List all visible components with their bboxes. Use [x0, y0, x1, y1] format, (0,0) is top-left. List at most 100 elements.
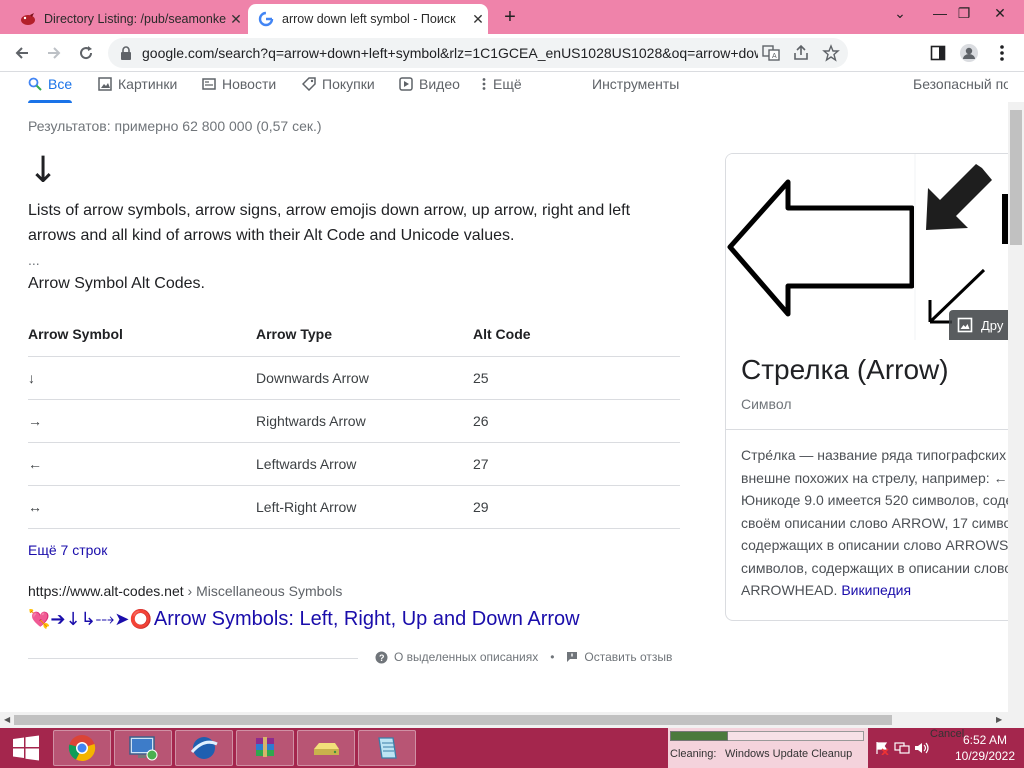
more-images-button[interactable]: Дру [949, 310, 1008, 340]
kp-desc-last: ARROWHEAD. [741, 582, 842, 598]
new-tab-icon[interactable]: + [498, 5, 522, 29]
kebab-menu-icon[interactable] [990, 41, 1014, 65]
wikipedia-link[interactable]: Википедия [841, 582, 911, 598]
close-window-icon[interactable]: ✕ [980, 0, 1020, 30]
column-header: Arrow Symbol [28, 312, 256, 357]
start-button[interactable] [2, 730, 50, 766]
seamonkey-icon [20, 11, 36, 27]
notepad-icon [378, 737, 397, 759]
more-rows-link[interactable]: Ещё 7 строк [28, 542, 107, 558]
page-content: Все Картинки Новости Покупки Видео Ещё И… [0, 72, 1008, 712]
taskbar-chrome[interactable] [53, 730, 111, 766]
bookmark-star-icon[interactable] [818, 40, 844, 66]
vertical-scroll-thumb[interactable] [1010, 110, 1022, 245]
result-title-link[interactable]: 💘➔↓↳⤏➤⭕ Arrow Symbols: Left, Right, Up a… [28, 608, 580, 631]
featured-snippet: Lists of arrow symbols, arrow signs, arr… [28, 202, 631, 244]
taskbar-notepad[interactable] [358, 730, 416, 766]
snippet-ellipsis: ... [28, 252, 40, 268]
svg-text:?: ? [379, 653, 385, 663]
network-icon[interactable] [892, 740, 912, 756]
tab-more[interactable]: Ещё [481, 74, 522, 94]
alt-code-cell: 29 [473, 485, 680, 529]
table-row: ↓ Downwards Arrow 25 [28, 356, 680, 400]
tab-news[interactable]: Новости [202, 74, 276, 94]
search-icon [28, 77, 42, 91]
taskbar-seamonkey[interactable] [175, 730, 233, 766]
arrow-type-cell: Rightwards Arrow [256, 399, 473, 443]
more-images-label: Дру [981, 317, 1004, 333]
divider [726, 429, 1008, 430]
back-icon[interactable] [10, 41, 34, 65]
search-tabs: Все Картинки Новости Покупки Видео Ещё И… [28, 72, 1008, 104]
about-snippets-link[interactable]: О выделенных описаниях [394, 650, 538, 664]
tab-title: Directory Listing: /pub/seamonke [44, 12, 226, 26]
result-cite[interactable]: https://www.alt-codes.net › Miscellaneou… [28, 583, 342, 599]
restore-icon[interactable]: ❐ [944, 0, 984, 30]
tab-title: arrow down left symbol - Поиск [282, 12, 456, 26]
tab-google-search[interactable]: arrow down left symbol - Поиск ✕ [248, 4, 488, 34]
table-row: ← Leftwards Arrow 27 [28, 442, 680, 486]
chevron-down-icon[interactable]: ⌄ [880, 0, 920, 30]
system-clock[interactable]: 6:52 AM 10/29/2022 [950, 732, 1020, 764]
safe-search-button[interactable]: Безопасный по [913, 74, 1008, 94]
safe-search-label: Безопасный по [913, 76, 1008, 92]
feedback-icon [566, 651, 578, 663]
profile-avatar-icon[interactable] [957, 41, 981, 65]
volume-icon[interactable] [912, 740, 932, 756]
tab-images[interactable]: Картинки [98, 74, 177, 94]
news-icon [202, 77, 216, 91]
vertical-scrollbar[interactable] [1008, 102, 1024, 712]
forward-icon[interactable] [42, 41, 66, 65]
translate-icon[interactable]: A [758, 40, 784, 66]
feedback-link[interactable]: Оставить отзыв [584, 650, 672, 664]
share-icon[interactable] [788, 40, 814, 66]
tab-strip: Directory Listing: /pub/seamonke ✕ arrow… [0, 0, 1024, 34]
kp-desc-line: Стре́лка — название ряда типографских [741, 447, 1007, 463]
monitor-icon [129, 736, 158, 761]
action-center-flag-icon[interactable] [872, 740, 892, 756]
cite-domain: https://www.alt-codes.net [28, 583, 184, 599]
table-header-row: Arrow Symbol Arrow Type Alt Code [28, 312, 680, 357]
play-icon [399, 77, 413, 91]
lock-icon[interactable] [120, 46, 132, 60]
arrow-symbol-cell: ↔ [28, 485, 256, 529]
image-icon [957, 317, 973, 333]
system-tray [872, 740, 932, 756]
alt-code-cell: 26 [473, 399, 680, 443]
help-icon: ? [375, 651, 388, 664]
tools-label: Инструменты [592, 76, 680, 92]
cleaning-task: Windows Update Cleanup [725, 748, 853, 760]
column-header: Arrow Type [256, 312, 473, 357]
kp-image-left-arrow[interactable] [726, 154, 915, 340]
cleanup-progress-fill [670, 731, 728, 741]
close-tab-icon[interactable]: ✕ [468, 11, 488, 28]
side-panel-icon[interactable] [926, 41, 950, 65]
arrow-type-cell: Downwards Arrow [256, 356, 473, 400]
more-vert-icon [481, 77, 487, 91]
scroll-left-icon[interactable]: ◀ [4, 715, 10, 724]
table-row: → Rightwards Arrow 26 [28, 399, 680, 443]
horizontal-scroll-thumb[interactable] [14, 715, 892, 725]
scroll-right-icon[interactable]: ▶ [996, 715, 1002, 724]
tab-video[interactable]: Видео [399, 74, 460, 94]
table-row: ↔ Left-Right Arrow 29 [28, 485, 680, 529]
kp-desc-line: ARROWHEAD. Википедия [741, 579, 1008, 602]
horizontal-scrollbar[interactable]: ◀ ▶ [0, 712, 1024, 728]
tab-all[interactable]: Все [28, 74, 72, 94]
tab-video-label: Видео [419, 76, 460, 92]
kp-image-strip: Дру [726, 154, 1008, 340]
close-tab-icon[interactable]: ✕ [226, 11, 246, 28]
taskbar-drive-tool[interactable] [297, 730, 355, 766]
taskbar-winrar[interactable] [236, 730, 294, 766]
divider [28, 658, 358, 659]
tab-directory-listing[interactable]: Directory Listing: /pub/seamonke ✕ [10, 4, 246, 34]
cleaning-label: Cleaning: [670, 748, 717, 760]
tab-shopping[interactable]: Покупки [302, 74, 375, 94]
reload-icon[interactable] [74, 41, 98, 65]
tools-button[interactable]: Инструменты [592, 74, 679, 94]
cleanup-progress-tray: Cancel Cleaning: Windows Update Cleanup [668, 728, 964, 768]
address-bar[interactable]: google.com/search?q=arrow+down+left+symb… [108, 38, 848, 68]
kp-desc-line: Юникоде 9.0 имеется 520 символов, соде [741, 492, 1008, 508]
taskbar-remote-desktop[interactable] [114, 730, 172, 766]
active-tab-indicator [28, 100, 72, 103]
